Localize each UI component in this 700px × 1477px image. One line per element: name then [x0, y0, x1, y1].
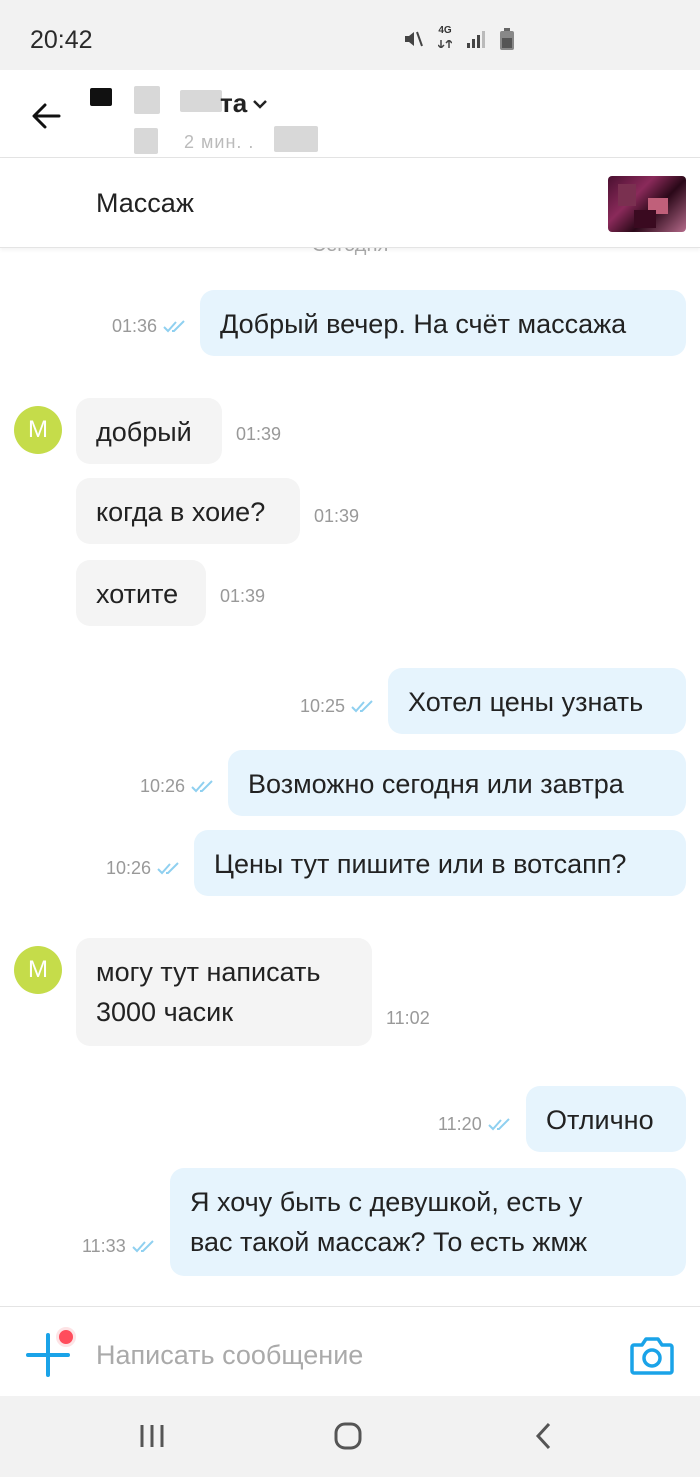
notification-dot	[56, 1327, 76, 1347]
camera-icon	[630, 1337, 674, 1375]
message-meta: 10:26	[140, 776, 215, 797]
read-ticks-icon	[191, 779, 213, 792]
message-text: когда в хоие?	[96, 497, 266, 527]
status-time: 20:42	[30, 26, 93, 54]
message-time: 01:39	[220, 586, 266, 606]
message-meta: 11:02	[386, 1008, 430, 1029]
message-text-line: могу тут написать	[96, 957, 321, 987]
avatar-letter: M	[28, 956, 48, 983]
message-time: 01:39	[314, 506, 360, 526]
message-text: Возможно сегодня или завтра	[248, 769, 624, 799]
message-input[interactable]	[96, 1335, 596, 1375]
message-text: добрый	[96, 417, 192, 447]
attach-button[interactable]	[24, 1327, 76, 1379]
listing-title: Массаж	[96, 188, 194, 218]
message-time: 01:36	[112, 316, 158, 336]
outgoing-message[interactable]: Цены тут пишите или в вотсапп?	[194, 830, 686, 896]
home-icon	[334, 1422, 362, 1450]
chat-header: та 2 мин. .	[0, 70, 700, 158]
status-icons: 4G	[402, 26, 514, 50]
redacted-block	[134, 86, 160, 114]
chevron-left-icon	[535, 1422, 551, 1450]
message-text-line: вас такой массаж? То есть жмж	[190, 1227, 588, 1257]
incoming-message[interactable]: могу тут написать 3000 часик	[76, 938, 372, 1046]
composer	[0, 1306, 700, 1396]
back-button[interactable]	[26, 96, 66, 136]
message-meta: 01:39	[236, 424, 281, 445]
avatar[interactable]: M	[14, 406, 62, 454]
message-meta: 01:39	[314, 506, 359, 527]
message-time: 11:20	[438, 1114, 482, 1134]
read-ticks-icon	[163, 319, 185, 332]
message-meta: 10:26	[106, 858, 181, 879]
redacted-block	[180, 90, 222, 112]
outgoing-message[interactable]: Отлично	[526, 1086, 686, 1152]
message-time: 01:39	[236, 424, 282, 444]
read-ticks-icon	[351, 699, 373, 712]
incoming-message[interactable]: добрый	[76, 398, 222, 464]
incoming-message[interactable]: хотите	[76, 560, 206, 626]
message-meta: 11:20	[438, 1114, 512, 1135]
avatar-letter: M	[28, 416, 48, 443]
camera-button[interactable]	[628, 1333, 676, 1377]
date-separator: Сегодня	[0, 248, 700, 257]
redacted-block	[274, 126, 318, 152]
chevron-down-icon	[253, 100, 267, 109]
message-text-line: Я хочу быть с девушкой, есть у	[190, 1187, 583, 1217]
message-time: 11:33	[82, 1236, 126, 1256]
recent-apps-icon	[140, 1425, 164, 1447]
outgoing-message[interactable]: Добрый вечер. На счёт массажа	[200, 290, 686, 356]
arrow-left-icon	[32, 103, 61, 129]
outgoing-message[interactable]: Хотел цены узнать	[388, 668, 686, 734]
read-ticks-icon	[488, 1117, 510, 1130]
redacted-block	[134, 128, 158, 154]
message-text: Хотел цены узнать	[408, 687, 644, 717]
outgoing-message[interactable]: Я хочу быть с девушкой, есть у вас такой…	[170, 1168, 686, 1276]
last-seen-status: 2 мин. .	[184, 132, 255, 152]
message-time: 10:26	[140, 776, 186, 796]
message-time: 10:26	[106, 858, 152, 878]
message-meta: 11:33	[82, 1236, 156, 1257]
listing-thumbnail[interactable]	[608, 176, 686, 232]
message-time: 10:25	[300, 696, 346, 716]
battery-icon	[500, 28, 514, 50]
message-meta: 10:25	[300, 696, 375, 717]
read-ticks-icon	[157, 861, 179, 874]
redacted-block	[90, 88, 112, 106]
incoming-message[interactable]: когда в хоие?	[76, 478, 300, 544]
outgoing-message[interactable]: Возможно сегодня или завтра	[228, 750, 686, 816]
home-button[interactable]	[328, 1418, 368, 1454]
read-ticks-icon	[132, 1239, 154, 1252]
system-back-button[interactable]	[524, 1418, 564, 1454]
contact-title[interactable]: та 2 мин. .	[88, 84, 348, 154]
system-nav-bar	[0, 1396, 700, 1477]
status-bar: 20:42 4G	[0, 0, 700, 70]
message-meta: 01:39	[220, 586, 265, 607]
message-text: Отлично	[546, 1105, 654, 1135]
message-text: Цены тут пишите или в вотсапп?	[214, 849, 627, 879]
signal-icon	[466, 29, 486, 49]
message-text: Добрый вечер. На счёт массажа	[220, 309, 627, 339]
recent-apps-button[interactable]	[132, 1418, 172, 1454]
message-text-line: 3000 часик	[96, 997, 234, 1027]
message-time: 11:02	[386, 1008, 430, 1028]
message-meta: 01:36	[112, 316, 187, 337]
message-text: хотите	[96, 579, 179, 609]
avatar[interactable]: M	[14, 946, 62, 994]
listing-banner[interactable]: Массаж	[0, 158, 700, 248]
network-4g-icon: 4G	[438, 26, 452, 48]
message-list[interactable]: Сегодня 01:36 Добрый вечер. На счёт масс…	[0, 248, 700, 1306]
contact-name: та	[220, 88, 248, 118]
mute-icon	[402, 28, 424, 50]
